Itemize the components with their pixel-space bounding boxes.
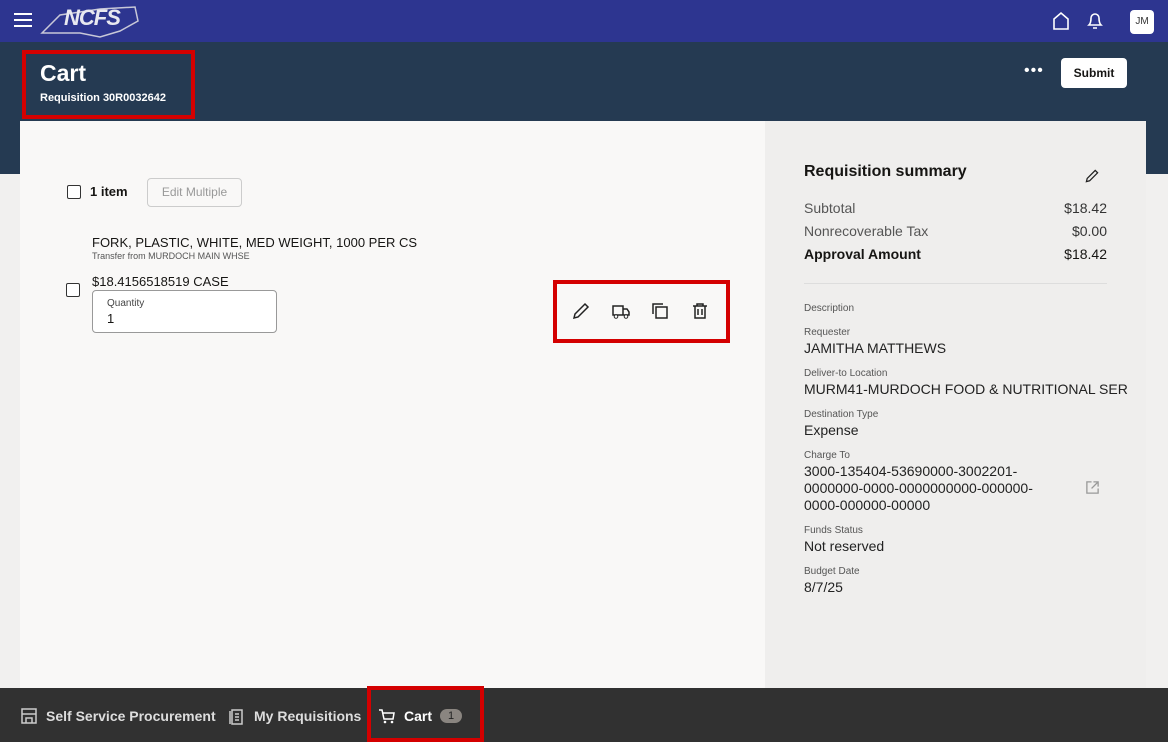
- user-avatar[interactable]: JM: [1130, 10, 1154, 34]
- charge-value-line3: 0000-000000-00000: [804, 497, 931, 513]
- item-checkbox[interactable]: [66, 283, 80, 297]
- nav-self-service-procurement[interactable]: Self Service Procurement: [20, 707, 216, 725]
- destination-value: Expense: [804, 422, 859, 438]
- ncfs-logo[interactable]: NCFS: [40, 3, 140, 39]
- truck-icon[interactable]: [611, 301, 631, 321]
- item-source: Transfer from MURDOCH MAIN WHSE: [92, 251, 250, 261]
- quantity-input[interactable]: Quantity 1: [92, 290, 277, 333]
- deliver-label: Deliver-to Location: [804, 368, 888, 379]
- highlight-box: [367, 686, 484, 742]
- divider: [804, 283, 1107, 284]
- budget-label: Budget Date: [804, 566, 860, 577]
- edit-pencil-icon[interactable]: [571, 301, 591, 321]
- more-actions-button[interactable]: •••: [1024, 62, 1044, 80]
- destination-label: Destination Type: [804, 409, 879, 420]
- bell-icon[interactable]: [1086, 11, 1104, 31]
- item-name[interactable]: FORK, PLASTIC, WHITE, MED WEIGHT, 1000 P…: [92, 235, 417, 250]
- quantity-value: 1: [107, 311, 115, 326]
- funds-value: Not reserved: [804, 538, 885, 554]
- edit-summary-icon[interactable]: [1084, 168, 1100, 184]
- description-label: Description: [804, 303, 855, 314]
- funds-label: Funds Status: [804, 525, 863, 536]
- charge-value-line2: 0000000-0000-0000000000-000000-: [804, 480, 1033, 496]
- delete-trash-icon[interactable]: [690, 301, 710, 321]
- top-bar: [0, 0, 1168, 42]
- nav-label: My Requisitions: [254, 708, 362, 724]
- tax-label: Nonrecoverable Tax: [804, 223, 929, 239]
- requester-label: Requester: [804, 327, 851, 338]
- subtotal-label: Subtotal: [804, 200, 856, 216]
- duplicate-icon[interactable]: [650, 301, 670, 321]
- deliver-value: MURM41-MURDOCH FOOD & NUTRITIONAL SER: [804, 381, 1128, 397]
- nav-my-requisitions[interactable]: My Requisitions: [228, 707, 361, 725]
- requester-value: JAMITHA MATTHEWS: [804, 340, 947, 356]
- nav-label: Self Service Procurement: [46, 708, 216, 724]
- quantity-label: Quantity: [107, 298, 145, 309]
- highlight-box: [22, 50, 195, 119]
- budget-value: 8/7/25: [804, 579, 843, 595]
- approval-label: Approval Amount: [804, 246, 921, 262]
- tax-value: $0.00: [1071, 223, 1107, 239]
- summary-title: Requisition summary: [804, 163, 967, 180]
- store-icon: [21, 708, 37, 724]
- charge-label: Charge To: [804, 450, 850, 461]
- external-link-icon[interactable]: [1085, 480, 1100, 495]
- item-price: $18.4156518519 CASE: [92, 274, 229, 289]
- approval-value: $18.42: [1064, 246, 1107, 262]
- home-icon[interactable]: [1052, 11, 1070, 31]
- cart-panel: [20, 121, 765, 688]
- item-count: 1 item: [90, 184, 128, 199]
- logo-text: NCFS: [64, 5, 121, 30]
- edit-multiple-button[interactable]: Edit Multiple: [147, 178, 242, 207]
- submit-button[interactable]: Submit: [1061, 58, 1127, 88]
- select-all-checkbox[interactable]: [67, 185, 81, 199]
- hamburger-menu-icon[interactable]: [14, 13, 32, 31]
- clipboard-icon: [229, 709, 243, 725]
- subtotal-value: $18.42: [1064, 200, 1107, 216]
- charge-value-line1: 3000-135404-53690000-3002201-: [804, 463, 1018, 479]
